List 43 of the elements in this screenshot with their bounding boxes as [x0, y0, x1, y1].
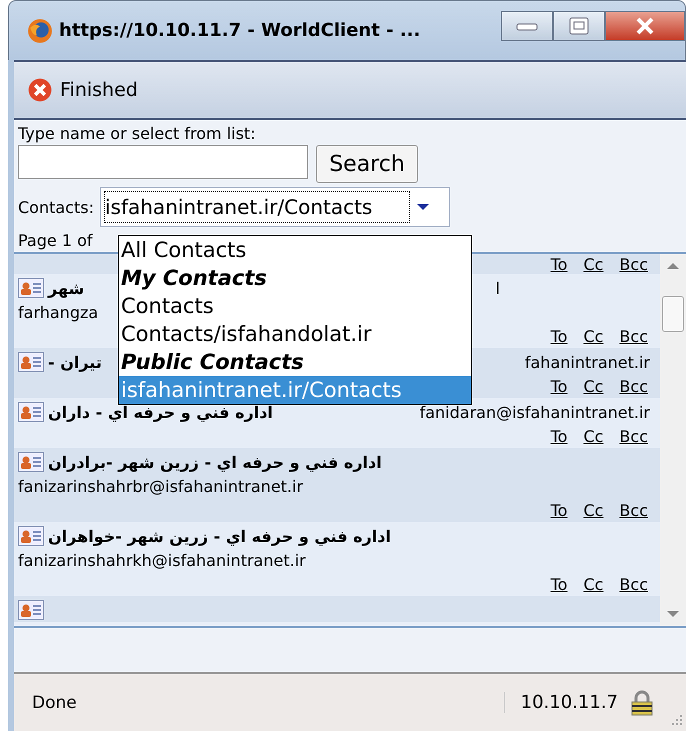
window-title: https://10.10.11.7 - WorldClient - ...: [59, 20, 420, 41]
contact-name: ا: [496, 278, 500, 298]
recipient-link[interactable]: To: [550, 376, 568, 396]
status-text: Done: [32, 692, 77, 712]
recipient-link[interactable]: Cc: [583, 500, 604, 520]
contacts-label: Contacts:: [18, 198, 94, 216]
contact-name: اداره فني و حرفه اي - زرين شهر -خواهران: [48, 526, 391, 546]
recipient-link[interactable]: Bcc: [619, 376, 648, 396]
recipient-link[interactable]: Bcc: [619, 574, 648, 594]
contact-name: شهر: [48, 278, 84, 298]
recipient-link[interactable]: To: [550, 426, 568, 446]
recipient-link[interactable]: To: [550, 500, 568, 520]
dropdown-option[interactable]: Contacts: [119, 292, 471, 320]
contact-name: اداره فني و حرفه اي - زرين شهر -برادران: [48, 452, 382, 472]
recipient-link[interactable]: Cc: [583, 574, 604, 594]
recipient-link[interactable]: Bcc: [619, 500, 648, 520]
contacts-dropdown[interactable]: isfahanintranet.ir/Contacts: [100, 187, 450, 227]
recipient-link[interactable]: Bcc: [619, 426, 648, 446]
search-label: Type name or select from list:: [18, 124, 257, 143]
contact-email: farhangza: [18, 302, 98, 322]
contact-email: fahanintranet.ir: [524, 352, 650, 372]
option-group-label: My Contacts: [120, 265, 268, 292]
contact-email: fanidaran@isfahanintranet.ir: [420, 402, 650, 422]
contact-email: fanizarinshahrkh@isfahanintranet.ir: [18, 550, 306, 570]
recipient-link[interactable]: Cc: [583, 426, 604, 446]
recipient-link[interactable]: To: [550, 254, 568, 274]
dropdown-option[interactable]: All Contacts: [119, 236, 471, 264]
search-button[interactable]: Search: [316, 145, 418, 183]
contact-name: تيران -: [48, 352, 102, 372]
recipient-link[interactable]: Bcc: [619, 254, 648, 274]
contact-name: اداره فني و حرفه اي - داران: [48, 402, 273, 422]
recipient-link[interactable]: To: [550, 326, 568, 346]
dropdown-option[interactable]: Contacts/isfahandolat.ir: [119, 320, 471, 348]
recipient-link[interactable]: Bcc: [619, 326, 648, 346]
recipient-link[interactable]: Cc: [583, 376, 604, 396]
contact-email: fanizarinshahrbr@isfahanintranet.ir: [18, 476, 304, 496]
recipient-link[interactable]: Cc: [583, 254, 604, 274]
recipient-link[interactable]: Cc: [583, 326, 604, 346]
recipient-link[interactable]: To: [550, 574, 568, 594]
pager-text: Page 1 of: [18, 231, 93, 250]
host-address: 10.10.11.7: [504, 692, 618, 713]
option-group-label: Public Contacts: [120, 349, 305, 376]
finished-button[interactable]: Finished: [28, 78, 138, 102]
